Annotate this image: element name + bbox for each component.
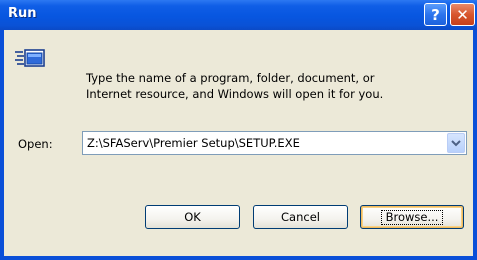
open-label: Open:	[18, 137, 53, 151]
chevron-down-icon	[451, 140, 461, 147]
run-dialog-icon	[15, 49, 45, 67]
description-line-1: Type the name of a program, folder, docu…	[86, 71, 375, 85]
browse-button[interactable]: Browse...	[360, 205, 464, 229]
open-combobox[interactable]: Z:\SFAServ\Premier Setup\SETUP.EXE	[82, 131, 467, 155]
dropdown-button[interactable]	[447, 133, 465, 153]
open-input[interactable]: Z:\SFAServ\Premier Setup\SETUP.EXE	[87, 136, 300, 150]
cancel-button[interactable]: Cancel	[253, 205, 348, 229]
close-icon: ✕	[456, 5, 469, 24]
close-button[interactable]: ✕	[450, 3, 475, 26]
run-dialog-window: Run ? ✕ Type the name of a program, fold…	[0, 0, 477, 260]
window-title: Run	[8, 6, 37, 21]
ok-button-label: OK	[184, 210, 201, 224]
title-bar[interactable]: Run ? ✕	[0, 0, 477, 30]
help-button[interactable]: ?	[424, 3, 447, 26]
browse-button-label: Browse...	[380, 209, 444, 225]
help-icon: ?	[431, 5, 440, 24]
cancel-button-label: Cancel	[281, 210, 320, 224]
description-line-2: Internet resource, and Windows will open…	[86, 87, 384, 101]
ok-button[interactable]: OK	[145, 205, 240, 229]
